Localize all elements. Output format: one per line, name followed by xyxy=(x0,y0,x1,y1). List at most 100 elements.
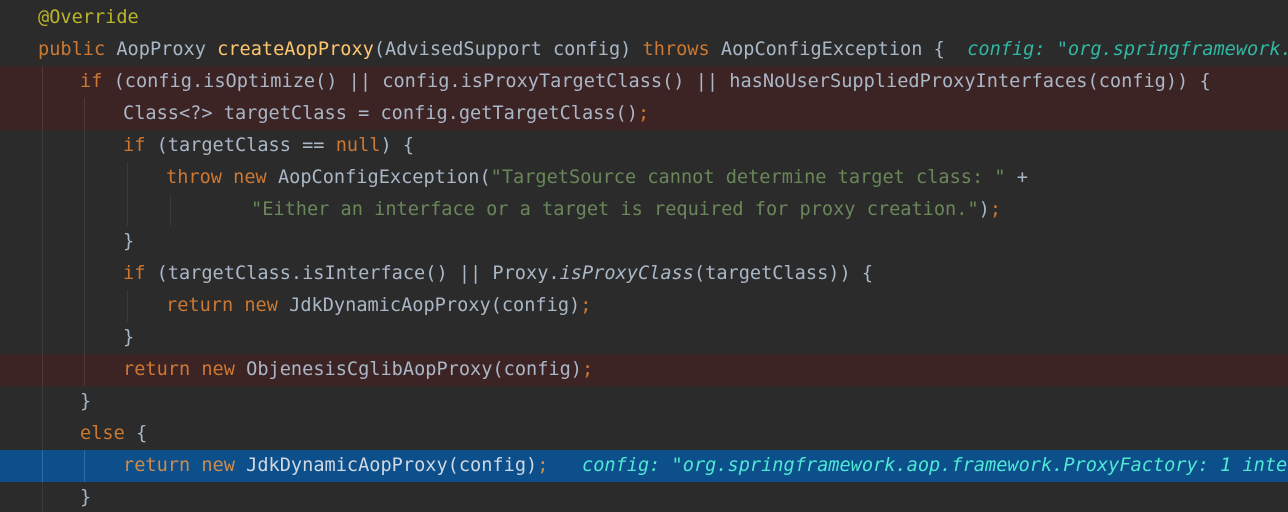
code-token-plain: (AdvisedSupport config) xyxy=(373,39,643,60)
code-text[interactable]: if (targetClass == null) { xyxy=(123,130,414,162)
indent-guide xyxy=(42,162,43,194)
code-line[interactable]: else { xyxy=(0,418,1288,450)
code-token-plain: (config.isOptimize() || config.isProxyTa… xyxy=(102,71,1211,92)
code-token-keyword: ; xyxy=(537,455,549,476)
code-token-plain: JdkDynamicAopProxy(config) xyxy=(234,455,538,476)
indent-guide xyxy=(42,386,43,418)
code-token-keyword: return new xyxy=(166,295,278,316)
code-token-plain: ) xyxy=(978,199,990,220)
indent-guide xyxy=(42,258,43,290)
code-text[interactable]: } xyxy=(80,482,91,512)
code-token-plain: ObjenesisCglibAopProxy(config) xyxy=(234,359,582,380)
code-text[interactable]: } xyxy=(123,322,134,354)
code-token-plain: AopProxy xyxy=(105,39,218,60)
code-text[interactable]: if (targetClass.isInterface() || Proxy.i… xyxy=(123,258,873,290)
code-token-keyword: null xyxy=(335,135,381,156)
code-text[interactable]: } xyxy=(80,386,91,418)
code-token-static-call: isProxyClass xyxy=(559,263,694,284)
code-token-method-declaration: createAopProxy xyxy=(217,39,374,60)
code-text[interactable]: else { xyxy=(80,418,147,450)
code-line[interactable]: "Either an interface or a target is requ… xyxy=(0,194,1288,226)
code-token-plain: AopConfigException( xyxy=(266,167,491,188)
code-token-keyword: if xyxy=(123,135,146,156)
code-editor[interactable]: @Override public AopProxy createAopProxy(… xyxy=(0,0,1288,512)
indent-guide xyxy=(170,194,171,226)
code-token-plain: } xyxy=(80,487,92,508)
code-text[interactable]: return new ObjenesisCglibAopProxy(config… xyxy=(123,354,593,386)
code-token-plain: AopConfigException { xyxy=(709,39,968,60)
code-line[interactable]: } xyxy=(0,386,1288,418)
indent-guide xyxy=(84,194,85,226)
code-line[interactable]: } xyxy=(0,226,1288,258)
code-token-plain: ) { xyxy=(380,135,415,156)
code-line[interactable]: @Override xyxy=(0,2,1288,34)
code-text[interactable]: } xyxy=(123,226,134,258)
code-token-string: "TargetSource cannot determine target cl… xyxy=(490,167,1006,188)
code-token-keyword: public xyxy=(38,39,106,60)
indent-guide xyxy=(127,162,128,194)
code-line-breakpoint[interactable]: return new ObjenesisCglibAopProxy(config… xyxy=(0,354,1288,386)
code-line[interactable]: if (targetClass == null) { xyxy=(0,130,1288,162)
code-line-breakpoint[interactable]: if (config.isOptimize() || config.isProx… xyxy=(0,66,1288,98)
code-token-keyword: return new xyxy=(123,359,235,380)
indent-guide xyxy=(84,258,85,290)
indent-guide xyxy=(84,450,85,482)
code-line[interactable]: public AopProxy createAopProxy(AdvisedSu… xyxy=(0,34,1288,66)
code-text[interactable]: if (config.isOptimize() || config.isProx… xyxy=(80,66,1211,98)
code-token-plain: } xyxy=(123,327,135,348)
indent-guide xyxy=(42,226,43,258)
code-text[interactable]: Class<?> targetClass = config.getTargetC… xyxy=(123,98,649,130)
code-line[interactable]: throw new AopConfigException("TargetSour… xyxy=(0,162,1288,194)
code-token-keyword: throw new xyxy=(166,167,267,188)
code-line-breakpoint[interactable]: Class<?> targetClass = config.getTargetC… xyxy=(0,98,1288,130)
indent-guide xyxy=(84,98,85,130)
code-token-string: "Either an interface or a target is requ… xyxy=(251,199,979,220)
indent-guide xyxy=(42,290,43,322)
code-text[interactable]: @Override xyxy=(38,2,139,34)
code-token-plain: (targetClass.isInterface() || Proxy. xyxy=(145,263,560,284)
code-token-plain: (targetClass == xyxy=(145,135,336,156)
code-token-plain: } xyxy=(123,231,135,252)
code-text[interactable]: public AopProxy createAopProxy(AdvisedSu… xyxy=(38,34,1288,66)
code-token-keyword: if xyxy=(123,263,146,284)
indent-guide xyxy=(42,354,43,386)
inline-debug-value: config: "org.springframework.aop.fr xyxy=(967,39,1288,60)
inline-debug-value: config: "org.springframework.aop.framewo… xyxy=(582,455,1288,476)
code-text[interactable]: throw new AopConfigException("TargetSour… xyxy=(166,162,1028,194)
indent-guide xyxy=(84,322,85,354)
code-text[interactable]: return new JdkDynamicAopProxy(config); xyxy=(166,290,591,322)
code-line[interactable]: if (targetClass.isInterface() || Proxy.i… xyxy=(0,258,1288,290)
code-token-keyword: ; xyxy=(581,359,594,380)
code-token-plain: + xyxy=(1005,167,1028,188)
indent-guide xyxy=(42,418,43,450)
indent-guide xyxy=(84,226,85,258)
code-line[interactable]: } xyxy=(0,322,1288,354)
indent-guide xyxy=(42,130,43,162)
code-token-keyword: else xyxy=(80,423,125,444)
code-token-plain: { xyxy=(124,423,148,444)
indent-guide xyxy=(84,162,85,194)
indent-guide xyxy=(84,354,85,386)
indent-guide xyxy=(42,66,43,98)
code-token-keyword: throws xyxy=(642,39,710,60)
code-line[interactable]: } xyxy=(0,482,1288,512)
code-token-annotation: @Override xyxy=(38,7,139,28)
code-line[interactable]: return new JdkDynamicAopProxy(config); xyxy=(0,290,1288,322)
indent-guide xyxy=(42,322,43,354)
code-token-keyword: ; xyxy=(989,199,1002,220)
indent-guide xyxy=(84,290,85,322)
indent-guide xyxy=(84,130,85,162)
code-token-keyword: ; xyxy=(637,103,650,124)
code-line-current-execution[interactable]: return new JdkDynamicAopProxy(config); c… xyxy=(0,450,1288,482)
code-token-keyword: if xyxy=(80,71,103,92)
code-text[interactable]: "Either an interface or a target is requ… xyxy=(251,194,1001,226)
code-token-plain: (targetClass)) { xyxy=(693,263,874,284)
code-text[interactable]: return new JdkDynamicAopProxy(config); c… xyxy=(123,450,1288,482)
indent-guide xyxy=(42,482,43,512)
indent-guide xyxy=(42,450,43,482)
indent-guide xyxy=(42,194,43,226)
indent-guide xyxy=(127,194,128,226)
code-token-plain: Class<?> targetClass = config.getTargetC… xyxy=(123,103,638,124)
code-token-keyword: ; xyxy=(580,295,592,316)
